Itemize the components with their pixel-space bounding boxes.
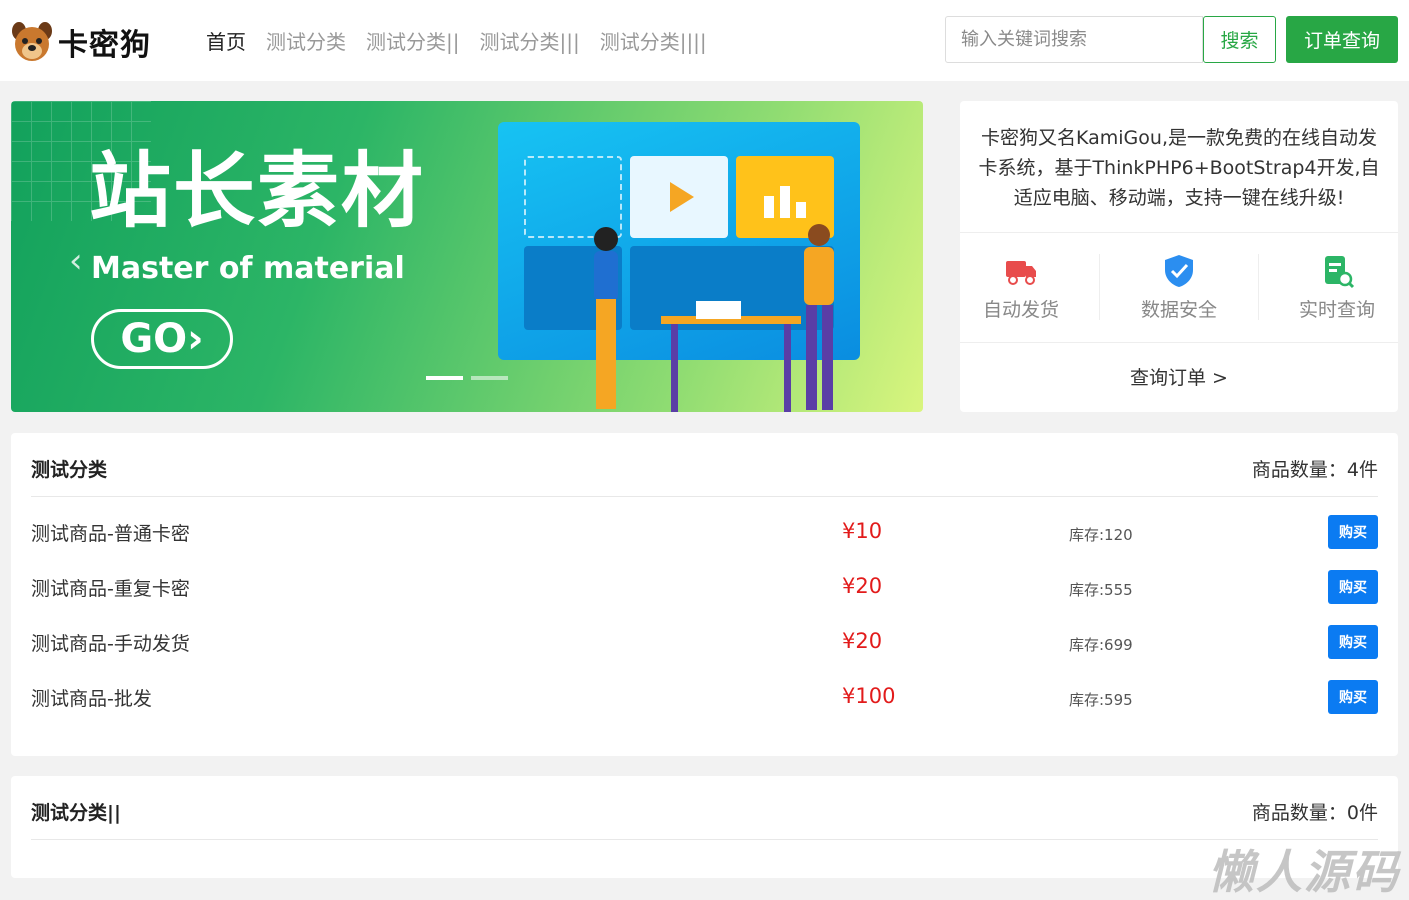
divider (1099, 254, 1100, 320)
nav-item-category-2[interactable]: 测试分类|| (366, 26, 459, 55)
feature-label: 数据安全 (1140, 299, 1217, 321)
main-nav: 首页 测试分类 测试分类|| 测试分类||| 测试分类|||| (206, 26, 727, 55)
buy-button[interactable]: 购买 (1328, 515, 1378, 549)
info-panel: 卡密狗又名KamiGou,是一款免费的在线自动发卡系统，基于ThinkPHP6+… (960, 101, 1398, 412)
product-row: 测试商品-重复卡密 ¥20 库存:555 购买 (31, 568, 1378, 608)
divider (960, 342, 1398, 343)
product-name[interactable]: 测试商品-批发 (31, 684, 152, 711)
banner-go-button[interactable]: GO› (91, 309, 233, 369)
carousel-prev-icon[interactable]: ‹ (69, 241, 83, 281)
banner-subtitle: Master of material (91, 251, 405, 286)
logo[interactable]: 卡密狗 (11, 20, 151, 64)
product-stock: 库存:120 (1069, 526, 1133, 544)
banner-go-label: GO (120, 316, 188, 362)
truck-icon (1006, 261, 1036, 285)
buy-button[interactable]: 购买 (1328, 570, 1378, 604)
query-order-link[interactable]: 查询订单 > (960, 363, 1398, 390)
product-row: 测试商品-普通卡密 ¥10 库存:120 购买 (31, 513, 1378, 553)
carousel-indicator-1[interactable] (426, 376, 463, 380)
divider (960, 232, 1398, 233)
feature-label: 自动发货 (982, 299, 1059, 321)
product-price: ¥20 (842, 574, 883, 598)
feature-realtime-query: 实时查询 (1282, 253, 1392, 322)
document-search-icon (1325, 256, 1355, 289)
carousel-indicator-2[interactable] (471, 376, 508, 380)
product-count: 商品数量：4件 (1251, 459, 1378, 481)
category-card: 测试分类 商品数量：4件 测试商品-普通卡密 ¥10 库存:120 购买 测试商… (11, 433, 1398, 756)
buy-button[interactable]: 购买 (1328, 680, 1378, 714)
buy-button[interactable]: 购买 (1328, 625, 1378, 659)
banner-people-illustration (594, 224, 834, 412)
nav-item-home[interactable]: 首页 (206, 26, 246, 55)
search-button[interactable]: 搜索 (1203, 16, 1276, 63)
site-description: 卡密狗又名KamiGou,是一款免费的在线自动发卡系统，基于ThinkPHP6+… (978, 127, 1380, 209)
nav-item-category-4[interactable]: 测试分类|||| (600, 26, 707, 55)
category-header: 测试分类|| 商品数量：0件 (31, 798, 1378, 840)
nav-item-category-3[interactable]: 测试分类||| (479, 26, 579, 55)
product-name[interactable]: 测试商品-普通卡密 (31, 519, 190, 546)
dog-logo-icon (12, 22, 52, 61)
product-row: 测试商品-批发 ¥100 库存:595 购买 (31, 678, 1378, 718)
product-stock: 库存:555 (1069, 581, 1133, 599)
watermark: 懒人源码 (1208, 845, 1400, 899)
product-price: ¥20 (842, 629, 883, 653)
category-title[interactable]: 测试分类 (31, 455, 107, 482)
feature-data-security: 数据安全 (1124, 253, 1234, 322)
banner-title: 站长素材 (89, 144, 426, 239)
search-input[interactable] (945, 16, 1203, 63)
product-count: 商品数量：0件 (1251, 802, 1378, 824)
product-name[interactable]: 测试商品-手动发货 (31, 629, 190, 656)
shield-check-icon (1165, 255, 1193, 287)
divider (1258, 254, 1259, 320)
logo-text: 卡密狗 (58, 28, 151, 63)
top-header: 卡密狗 首页 测试分类 测试分类|| 测试分类||| 测试分类|||| 搜索 订… (0, 0, 1409, 81)
category-header: 测试分类 商品数量：4件 (31, 455, 1378, 497)
feature-label: 实时查询 (1298, 299, 1375, 321)
category-card: 测试分类|| 商品数量：0件 (11, 776, 1398, 878)
order-query-button[interactable]: 订单查询 (1286, 16, 1398, 63)
product-stock: 库存:699 (1069, 636, 1133, 654)
nav-item-category-1[interactable]: 测试分类 (266, 26, 346, 55)
product-name[interactable]: 测试商品-重复卡密 (31, 574, 190, 601)
category-title[interactable]: 测试分类|| (31, 798, 121, 825)
product-stock: 库存:595 (1069, 691, 1133, 709)
product-row: 测试商品-手动发货 ¥20 库存:699 购买 (31, 623, 1378, 663)
feature-auto-delivery: 自动发货 (966, 253, 1076, 322)
banner-carousel[interactable]: 站长素材 Master of material GO› ‹ › (11, 101, 923, 412)
product-price: ¥10 (842, 519, 883, 543)
product-price: ¥100 (842, 684, 896, 708)
